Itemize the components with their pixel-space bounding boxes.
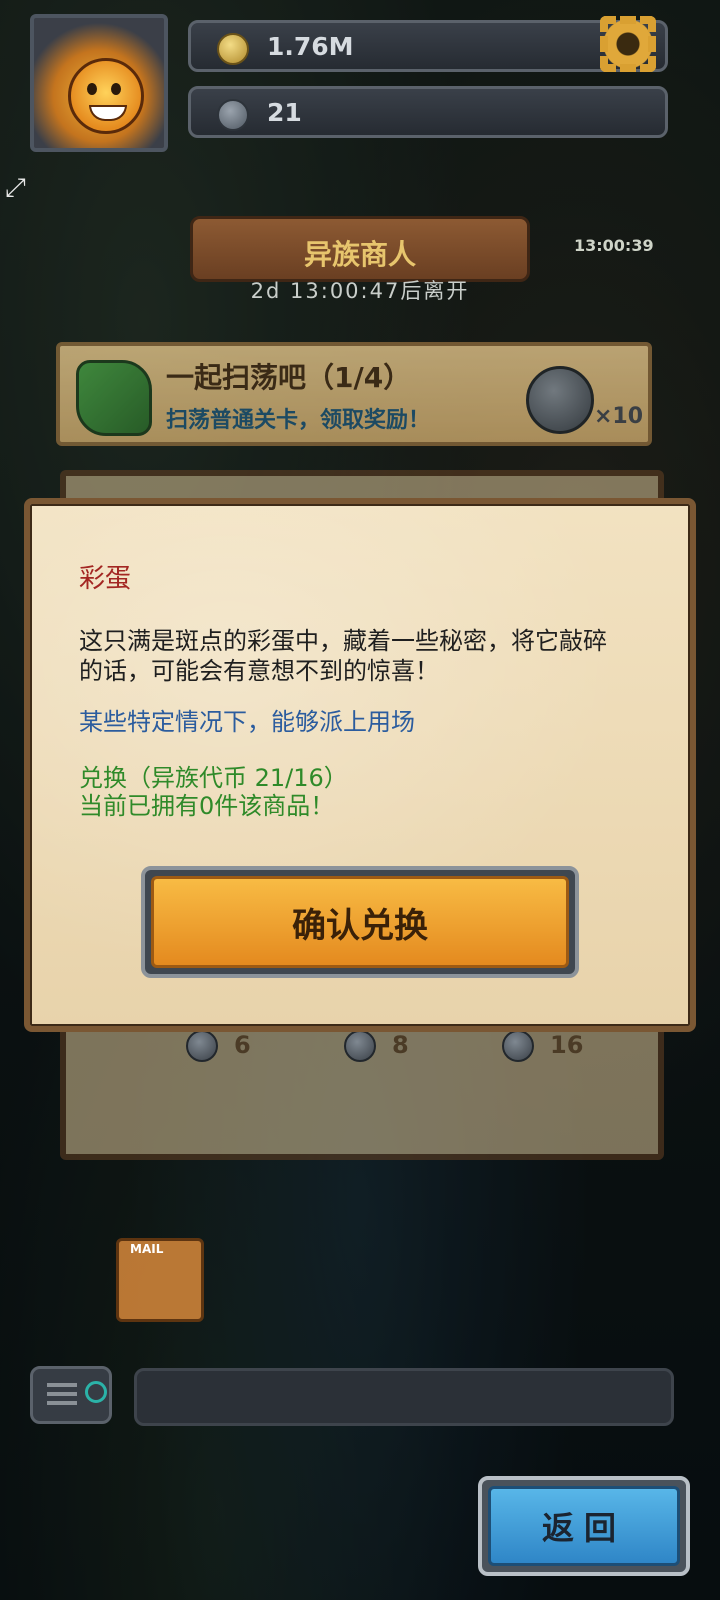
token-amount: 21 [267, 98, 302, 127]
settings-gear-icon[interactable] [596, 12, 660, 76]
event-timer: 13:00:39 [574, 236, 654, 255]
confirm-exchange-button[interactable]: 确认兑换 [141, 866, 579, 978]
item-description: 这只满是斑点的彩蛋中，藏着一些秘密，将它敲碎的话，可能会有意想不到的惊喜！ [79, 627, 607, 685]
back-button[interactable]: 返回 [478, 1476, 690, 1576]
token-icon [186, 1030, 218, 1062]
price-value: 16 [550, 1031, 584, 1059]
chat-icon[interactable] [30, 1366, 112, 1424]
token-icon [344, 1030, 376, 1062]
gold-amount: 1.76M [267, 32, 354, 61]
exchange-cost: 兑换（异族代币 21/16） [79, 764, 348, 792]
mouth [89, 105, 127, 121]
reward-token-icon [526, 366, 594, 434]
gold-coin-icon [217, 33, 249, 65]
chat-bar[interactable] [134, 1368, 674, 1426]
merchant-title: 异族商人 [303, 238, 416, 271]
shop-price[interactable]: 6 [186, 1030, 251, 1062]
player-avatar[interactable] [30, 14, 168, 152]
quest-reward-count: ×10 [594, 404, 644, 429]
item-note: 某些特定情况下，能够派上用场 [79, 708, 415, 736]
confirm-exchange-label: 确认兑换 [151, 876, 569, 968]
merchant-title-plate: 异族商人 [190, 216, 530, 282]
owned-count: 当前已拥有0件该商品！ [79, 792, 335, 820]
shop-price[interactable]: 8 [344, 1030, 409, 1062]
eye [111, 83, 121, 95]
alien-token-icon [217, 99, 249, 131]
expand-arrows-icon[interactable]: ⤢ [5, 174, 33, 202]
token-bar: 21 [188, 86, 668, 138]
eye [87, 83, 97, 95]
quest-description: 扫荡普通关卡，领取奖励！ [166, 408, 431, 433]
price-value: 8 [392, 1031, 409, 1059]
item-name: 彩蛋 [79, 564, 132, 594]
quest-title: 一起扫荡吧（1/4） [166, 361, 412, 394]
monkey-king-icon [68, 58, 144, 134]
exchange-info: 兑换（异族代币 21/16） 当前已拥有0件该商品！ [79, 764, 348, 820]
shop-price[interactable]: 16 [502, 1030, 583, 1062]
back-label: 返回 [488, 1486, 680, 1566]
claw-glove-icon [76, 360, 152, 436]
price-value: 6 [234, 1031, 251, 1059]
token-icon [502, 1030, 534, 1062]
merchant-countdown: 2d 13:00:47后离开 [250, 279, 470, 303]
mail-label: MAIL [130, 1242, 164, 1256]
